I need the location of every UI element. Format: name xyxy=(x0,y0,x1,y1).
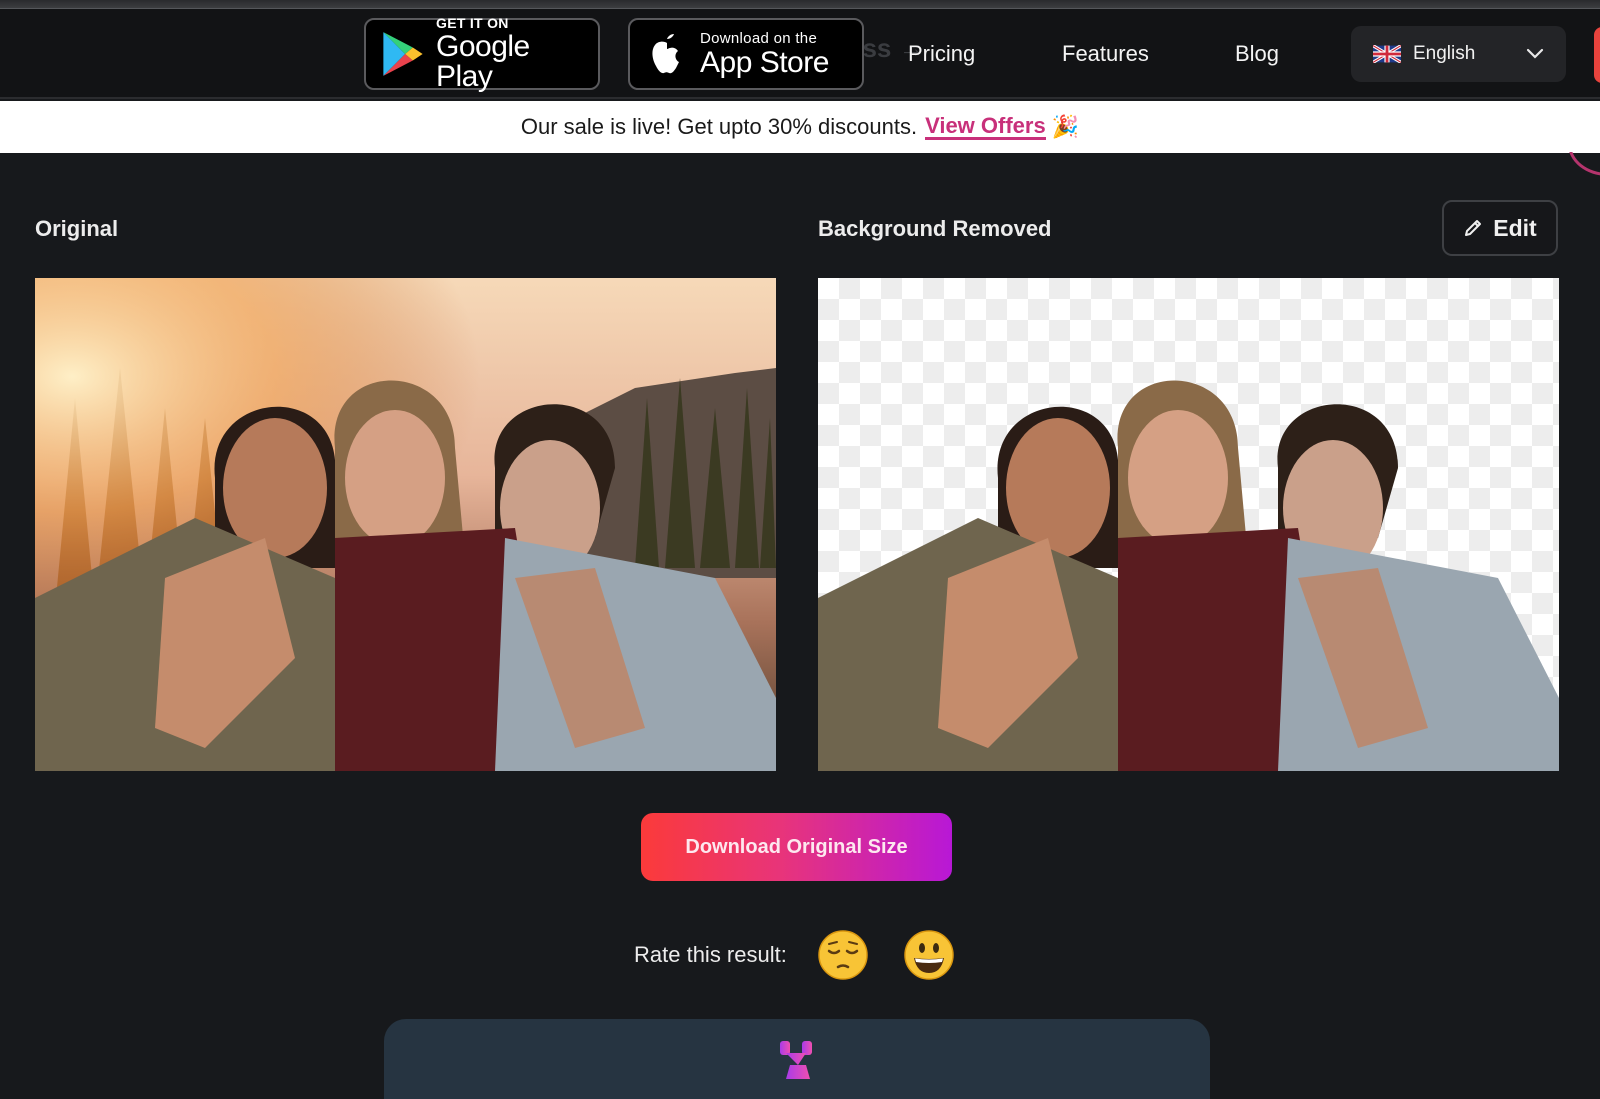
original-title: Original xyxy=(35,216,119,241)
google-play-small-text: GET IT ON xyxy=(436,15,509,31)
app-store-small-text: Download on the xyxy=(700,29,818,47)
nav-link-blog[interactable]: Blog xyxy=(1235,41,1279,67)
pencil-icon xyxy=(1465,220,1482,236)
rating-row: Rate this result: xyxy=(634,925,989,985)
browser-top-strip xyxy=(0,0,1600,9)
pensive-face-icon[interactable] xyxy=(817,929,869,981)
download-original-size-button[interactable]: Download Original Size xyxy=(641,813,952,881)
google-play-badge[interactable]: GET IT ON Google Play xyxy=(364,15,600,93)
app-store-badge[interactable]: Download on the App Store xyxy=(628,18,864,90)
people-cutout xyxy=(818,380,1559,771)
app-logo-icon xyxy=(780,1041,812,1079)
language-label: English xyxy=(1413,43,1476,64)
grinning-face-icon[interactable] xyxy=(903,929,955,981)
promo-banner: Our sale is live! Get upto 30% discounts… xyxy=(0,101,1600,153)
navbar: ess → GET IT ON Google Play Download on … xyxy=(0,9,1600,99)
nav-link-pricing[interactable]: Pricing xyxy=(908,41,975,67)
original-image xyxy=(35,278,776,771)
view-offers-link[interactable]: View Offers xyxy=(925,114,1046,140)
nav-link-features[interactable]: Features xyxy=(1062,41,1149,67)
apple-icon xyxy=(652,34,679,74)
google-play-icon xyxy=(383,32,423,76)
language-select[interactable]: English xyxy=(1351,26,1566,82)
signup-button-edge[interactable] xyxy=(1594,27,1600,83)
background-removed-title: Background Removed xyxy=(818,216,1052,241)
promo-text: Our sale is live! Get upto 30% discounts… xyxy=(520,114,918,139)
bottom-info-card xyxy=(384,1019,1210,1099)
background-removed-image xyxy=(818,278,1559,771)
edit-button[interactable]: Edit xyxy=(1442,200,1558,256)
app-store-big-text: App Store xyxy=(700,45,829,79)
party-popper-icon: 🎉 xyxy=(1051,114,1080,139)
edit-label: Edit xyxy=(1493,214,1537,241)
uk-flag-icon xyxy=(1373,45,1401,63)
chevron-down-icon xyxy=(1526,48,1544,59)
rate-label: Rate this result: xyxy=(634,942,787,967)
google-play-big-text: Google Play xyxy=(436,30,530,93)
